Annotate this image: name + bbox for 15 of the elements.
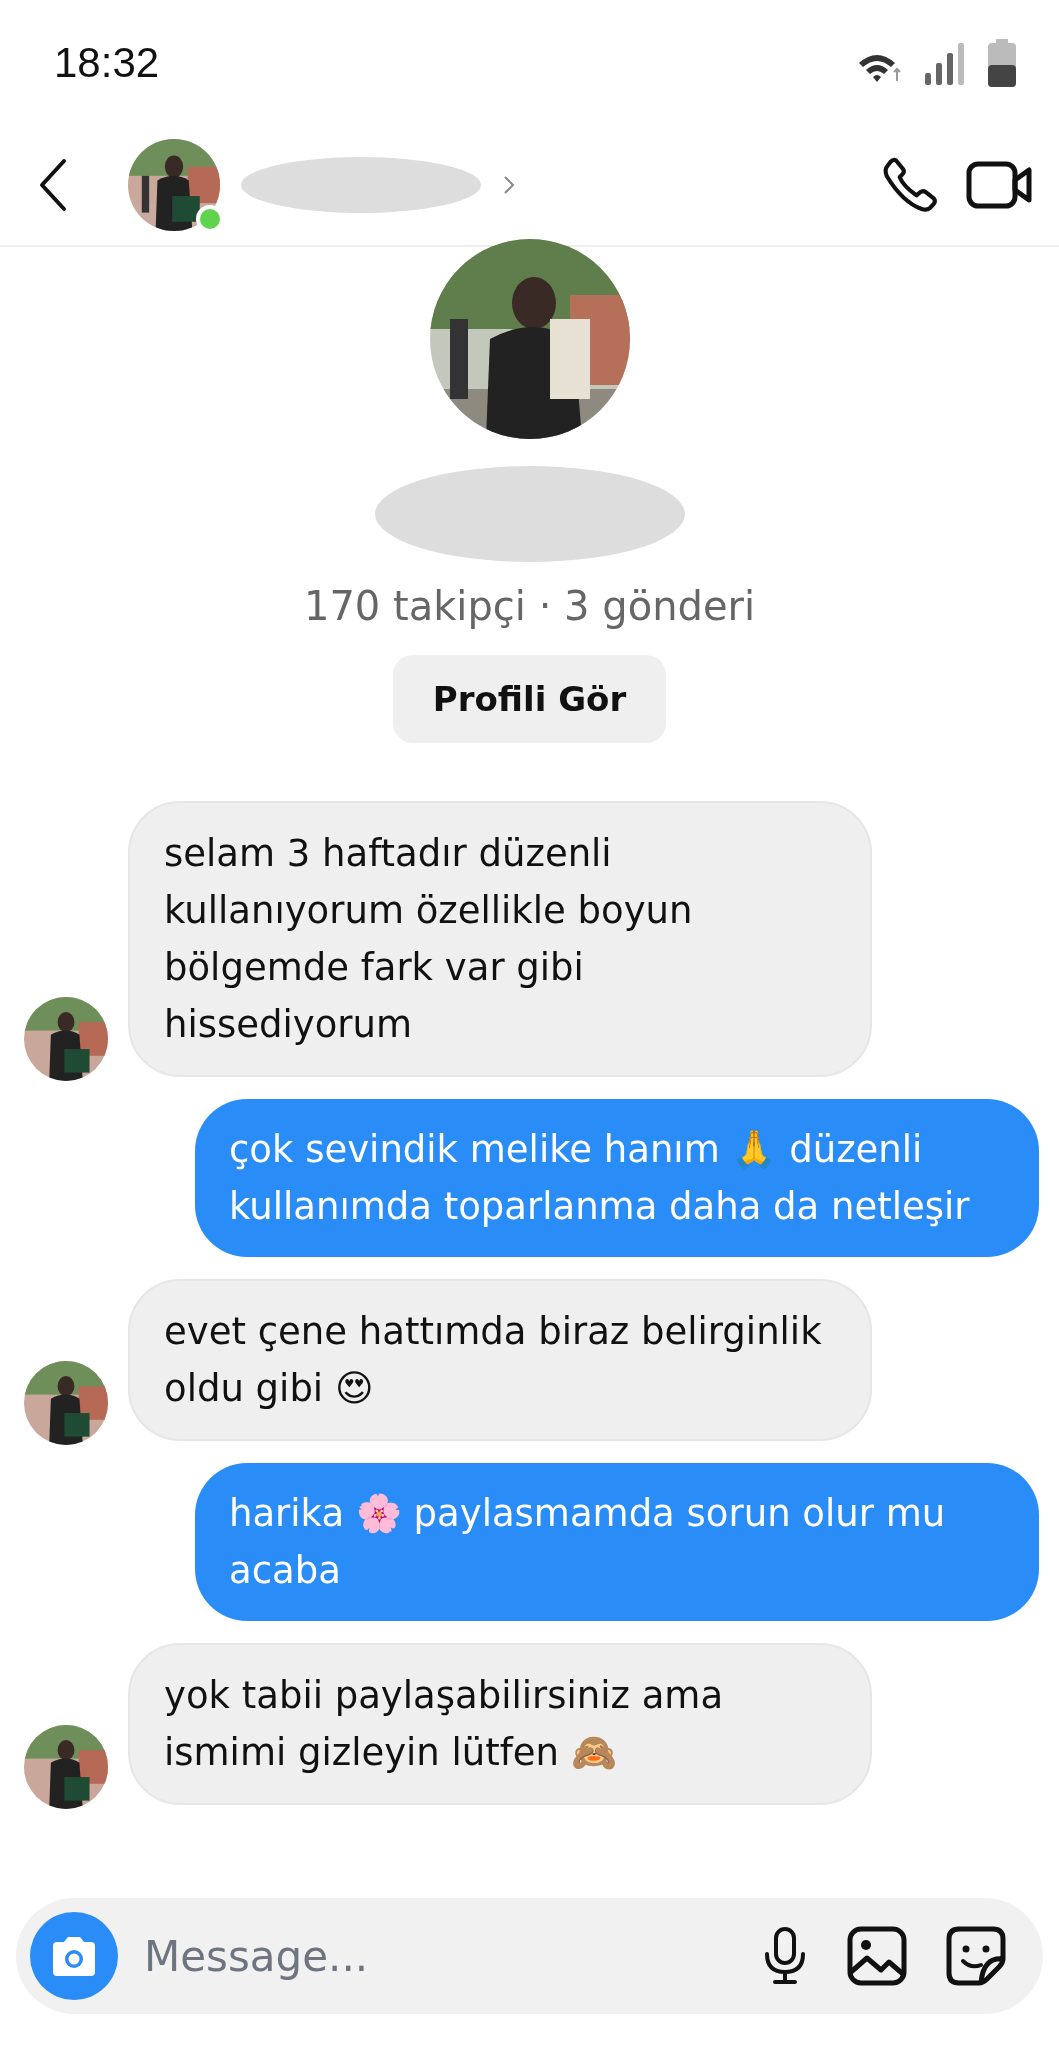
signal-icon [923, 40, 967, 87]
message-composer[interactable]: Message... [16, 1898, 1043, 2014]
received-message: yok tabii paylaşabilirsiniz ama ismimi gizleyin lütfen 🙈 [128, 1643, 872, 1805]
received-message: selam 3 haftadır düzenli kullanıyorum özellikle boyun bölgemde fark var gibi hissediyorum [128, 801, 872, 1077]
status-time: 18:32 [54, 38, 160, 87]
sent-message: çok sevindik melike hanım 🙏 düzenli kullanımda toparlanma daha da netleşir [195, 1099, 1039, 1257]
gallery-icon[interactable] [847, 1926, 907, 1986]
message-field[interactable]: Message... [142, 1930, 723, 1982]
received-message: evet çene hattımda biraz belirginlik oldu gibi 😍 [128, 1279, 872, 1441]
view-profile-button[interactable]: Profili Gör [392, 655, 667, 743]
sticker-icon[interactable] [945, 1925, 1007, 1987]
battery-icon [987, 38, 1017, 87]
sent-message: harika 🌸 paylasmamda sorun olur mu acaba [195, 1463, 1039, 1621]
profile-stats: 170 takipçi · 3 gönderi [303, 583, 756, 629]
camera-button[interactable] [30, 1912, 118, 2000]
